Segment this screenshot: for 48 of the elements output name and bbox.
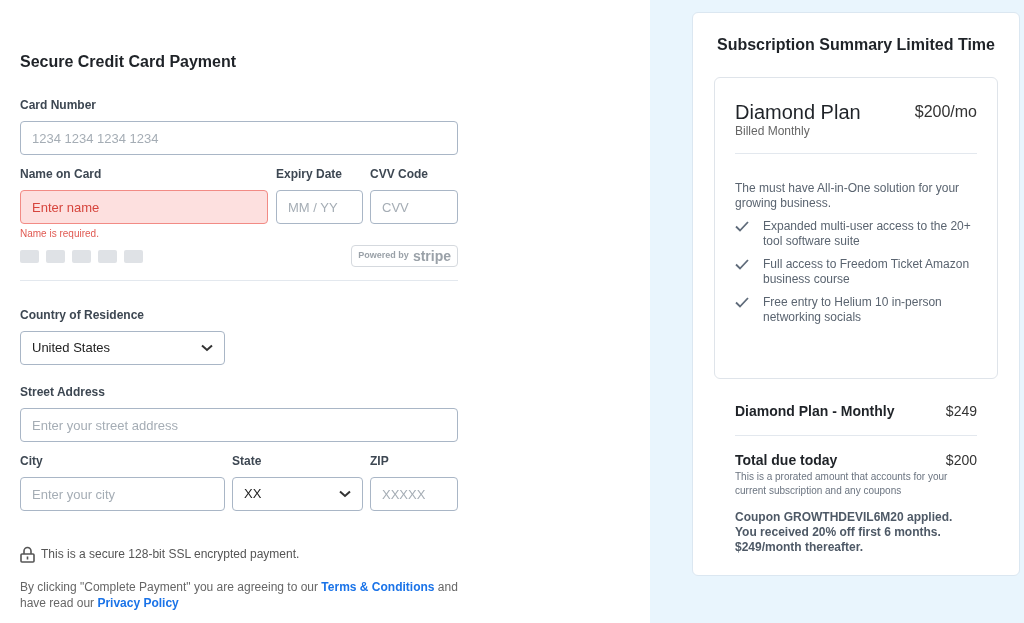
plan-description: The must have All-in-One solution for your growing business. [735, 181, 961, 211]
field-label: Card Number [20, 98, 97, 113]
field-label: Street Address [20, 385, 106, 400]
input-field[interactable]: Enter name [20, 190, 268, 224]
field-label: Expiry Date [276, 167, 344, 182]
badge-brand-text: stripe [412, 249, 451, 263]
card-brand-icon [20, 249, 39, 263]
card-brand-icon [124, 249, 143, 263]
plan-name: Diamond Plan [735, 100, 861, 124]
form-title: Secure Credit Card Payment [20, 52, 238, 72]
link[interactable]: Privacy Policy [97, 596, 179, 610]
summary-title: Subscription Summary Limited Time [716, 35, 996, 55]
error-message: Name is required. [20, 227, 100, 240]
lock-icon [20, 545, 35, 563]
input-field[interactable]: CVV [370, 190, 458, 224]
input-field[interactable]: XXXXX [370, 477, 458, 511]
badge-text: Powered by [358, 249, 409, 263]
billing-text: Billed Monthly [735, 124, 811, 138]
input-field[interactable]: 1234 1234 1234 1234 [20, 121, 458, 155]
feature-text: Expanded multi-user access to the 20+ tool software suite [763, 219, 972, 249]
total-amount: $200 [945, 450, 977, 470]
chevron-down-icon [201, 344, 213, 352]
chevron-down-icon [339, 490, 351, 498]
line-item-label: Diamond Plan - Monthly [735, 401, 895, 421]
field-label: ZIP [370, 454, 390, 469]
input-field[interactable]: MM / YY [276, 190, 363, 224]
card-brand-icon [98, 249, 117, 263]
field-label: State [232, 454, 263, 469]
feature-text: Full access to Freedom Ticket Amazon business course [763, 257, 971, 287]
line-item-amount: $249 [945, 401, 977, 421]
field-label: CVV Code [370, 167, 429, 182]
select-field[interactable]: XX [232, 477, 363, 511]
link[interactable]: Terms & Conditions [321, 580, 435, 594]
secure-note: This is a secure 128-bit SSL encrypted payment. [41, 546, 300, 563]
input-field[interactable]: Enter your city [20, 477, 225, 511]
total-note: This is a prorated amount that accounts for your current subscription and any coupons [735, 470, 949, 498]
field-label: City [20, 454, 44, 469]
coupon-note: Coupon GROWTHDEVIL6M20 applied. You received 20% off first 6 months. $249/month thereafter. [735, 510, 954, 555]
feature-text: Free entry to Helium 10 in-person networking socials [763, 295, 943, 325]
field-label: Country of Residence [20, 308, 146, 323]
card-brand-icon [46, 249, 65, 263]
plan-price: $200/mo [914, 102, 977, 122]
legal-text: By clicking "Complete Payment" you are agreeing to our Terms & Conditions and have read our Privacy Policy [20, 579, 458, 611]
select-field[interactable]: United States [20, 331, 225, 365]
input-field[interactable]: Enter your street address [20, 408, 458, 442]
card-brand-icon [72, 249, 91, 263]
field-label: Name on Card [20, 167, 103, 182]
total-label: Total due today [735, 450, 838, 470]
